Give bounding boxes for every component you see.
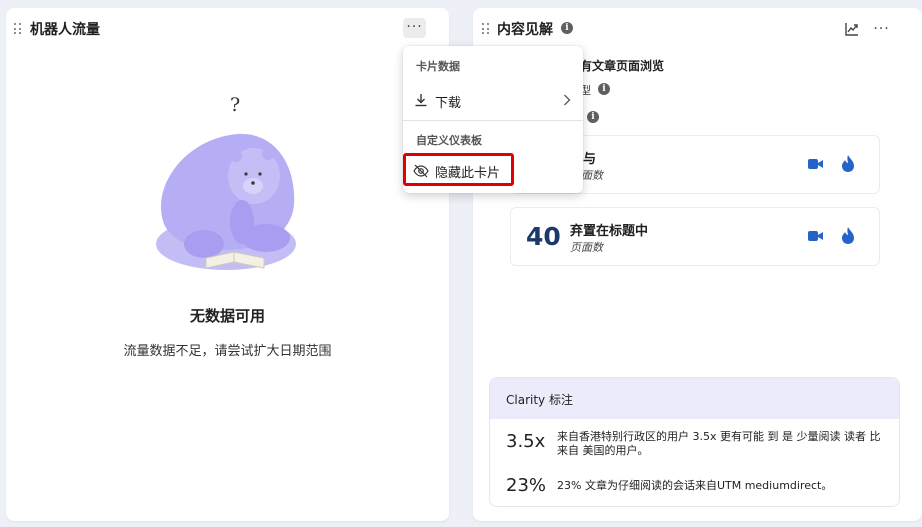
chevron-right-icon (564, 94, 571, 106)
clarity-title: Clarity 标注 (506, 393, 573, 407)
download-icon (415, 94, 427, 107)
menu-section-custom-dashboard: 自定义仪表板 (416, 134, 482, 147)
video-icon[interactable] (808, 230, 824, 242)
metric-subtitle: 页面数 (570, 241, 603, 254)
video-icon[interactable] (808, 158, 824, 170)
metric-title: 弃置在标题中 (570, 224, 649, 239)
no-data-title: 无数据可用 (189, 307, 265, 325)
insight-text: 23% 文章为仔细阅读的会话来自UTM mediumdirect。 (557, 479, 833, 492)
article-views-label: 有文章页面浏览 (580, 59, 665, 73)
more-options-button[interactable]: ··· (403, 18, 426, 38)
menu-item-label: 下载 (435, 96, 462, 111)
card-options-menu: 卡片数据 下载 自定义仪表板 隐藏此卡片 (403, 46, 583, 193)
info-icon[interactable]: i (598, 83, 610, 95)
more-options-button[interactable]: ··· (870, 20, 893, 40)
drag-handle-icon[interactable] (482, 23, 490, 35)
menu-item-download[interactable]: 下载 (403, 86, 583, 116)
menu-section-card-data: 卡片数据 (416, 60, 460, 73)
insight-number: 3.5x (506, 431, 546, 452)
menu-divider (403, 120, 583, 121)
card-title: 机器人流量 (30, 22, 100, 38)
trend-chart-icon[interactable] (844, 21, 860, 37)
metric-number: 40 (526, 222, 561, 251)
insight-text: 来自香港特别行政区的用户 3.5x 更有可能 到 是 少量阅读 读者 比来自 美… (557, 430, 881, 457)
no-data-description: 流量数据不足，请尝试扩大日期范围 (123, 344, 332, 359)
flame-icon[interactable] (841, 227, 855, 244)
info-icon[interactable]: i (561, 22, 573, 34)
question-mark: ? (230, 94, 241, 116)
clarity-insights-panel: Clarity 标注 3.5x 来自香港特别行政区的用户 3.5x 更有可能 到… (489, 377, 900, 507)
bot-traffic-card: 机器人流量 ··· ? 无数据可用 流量数据不足，请尝试扩大日期范围 (6, 8, 449, 521)
insight-number: 23% (506, 475, 547, 496)
highlight-box (403, 153, 514, 186)
flame-icon[interactable] (841, 155, 855, 172)
metric-row-abandoned[interactable]: 40 弃置在标题中 页面数 (510, 207, 880, 266)
clarity-header: Clarity 标注 (490, 378, 899, 419)
drag-handle-icon[interactable] (14, 23, 22, 35)
bear-illustration (156, 133, 296, 270)
card-title: 内容见解 (497, 22, 553, 38)
info-icon[interactable]: i (587, 111, 599, 123)
